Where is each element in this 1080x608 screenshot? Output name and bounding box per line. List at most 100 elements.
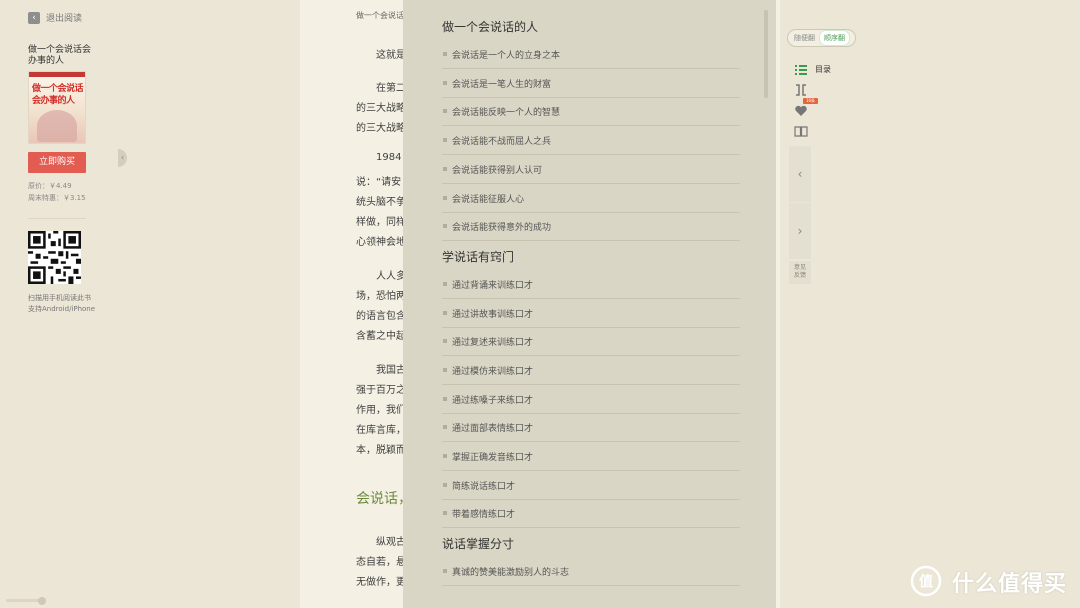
reader-text-line: 作用，我们 — [356, 405, 406, 416]
qr-code-icon — [28, 231, 81, 284]
weekend-price: 周末特惠：￥3.15 — [28, 194, 86, 202]
toc-item[interactable]: 会说话能不战而屈人之兵 — [442, 127, 740, 155]
bullet-icon — [443, 569, 447, 573]
reader-text-line: 的三大战略 — [356, 123, 406, 134]
reader-text-line: 在库言库， — [356, 425, 406, 436]
toc-item[interactable]: 会说话能反映一个人的智慧 — [442, 98, 740, 126]
toc-item-label: 会说话是一笔人生的财富 — [452, 80, 552, 90]
toc-item[interactable]: 会说话是一个人的立身之本 — [442, 41, 740, 69]
reader-text-line: 的语言包含 — [356, 311, 406, 322]
reader-text-line: 强于百万之 — [356, 385, 406, 396]
bullet-icon — [443, 483, 447, 487]
toc-chapter-title[interactable]: 学说话有窍门 — [442, 248, 514, 265]
toc-item-label: 简练说话练口才 — [452, 482, 516, 492]
buy-now-button[interactable]: 立即购买 — [28, 152, 86, 173]
toc-item[interactable]: 通过模仿来训练口才 — [442, 357, 740, 385]
toc-menu-label[interactable]: 目录 — [815, 64, 831, 75]
toc-chapter-title[interactable]: 说话掌握分寸 — [442, 535, 514, 552]
qr-platform-note: 支持Android/iPhone — [28, 305, 96, 313]
bullet-icon — [443, 282, 447, 286]
bullet-icon — [443, 425, 447, 429]
reader-text-line: 1984 — [376, 152, 402, 163]
toc-item-label: 通过练嗓子来练口才 — [452, 396, 534, 406]
toc-item[interactable]: 通过复述来训练口才 — [442, 328, 740, 356]
toc-item[interactable]: 掌握正确发音练口才 — [442, 443, 740, 471]
toc-item[interactable]: 带着感情练口才 — [442, 500, 740, 528]
reader-text-line: 的三大战略 — [356, 103, 406, 114]
exit-reading-button[interactable]: ‹ 退出阅读 — [28, 11, 82, 24]
reader-text-line: 在第二 — [376, 83, 406, 94]
bullet-icon — [443, 397, 447, 401]
reader-text-line: 说：“请安 — [356, 177, 402, 188]
bullet-icon — [443, 368, 447, 372]
toc-item-label: 会说话能获得别人认可 — [452, 166, 543, 176]
back-arrow-icon: ‹ — [28, 11, 40, 24]
toc-item-label: 会说话能反映一个人的智慧 — [452, 108, 561, 118]
toc-item-label: 带着感情练口才 — [452, 510, 516, 520]
toc-item[interactable]: 简练说话练口才 — [442, 472, 740, 500]
reader-text-line: 样做，同样 — [356, 217, 406, 228]
font-size-icon[interactable] — [794, 83, 808, 97]
page-mode-toggle[interactable]: 随便翻 顺序翻 — [787, 29, 856, 47]
previous-page-button[interactable]: ‹ — [789, 146, 811, 202]
feedback-button[interactable]: 意见 反馈 — [789, 261, 811, 284]
mode-random-flip[interactable]: 随便翻 — [790, 31, 819, 45]
bullet-icon — [443, 138, 447, 142]
toc-item-label: 会说话能获得意外的成功 — [452, 223, 552, 233]
bullet-icon — [443, 52, 447, 56]
toc-item-label: 会说话能不战而屈人之兵 — [452, 137, 552, 147]
toc-item[interactable]: 通过练嗓子来练口才 — [442, 386, 740, 414]
exit-reading-label: 退出阅读 — [46, 14, 83, 24]
reader-text-line: 态自若，悬 — [356, 557, 406, 568]
reader-text-line: 心领神会地 — [356, 237, 406, 248]
toc-item[interactable]: 会说话能获得意外的成功 — [442, 213, 740, 241]
book-cover[interactable]: 做一个会说话 会办事的人 — [28, 71, 86, 144]
smzdm-logo-icon: 值 — [910, 565, 942, 597]
book-info-sidebar: ‹ 退出阅读 做一个会说话会办事的人 做一个会说话 会办事的人 立即购买 原价：… — [0, 0, 120, 608]
toc-item-label: 通过背诵来训练口才 — [452, 281, 534, 291]
cover-title-line2: 会办事的人 — [32, 96, 75, 106]
qr-instruction: 扫描用手机阅读此书 — [28, 294, 91, 302]
next-page-button[interactable]: › — [789, 203, 811, 259]
cover-illustration — [37, 110, 77, 142]
reader-text-line: 场，恐怕两 — [356, 291, 406, 302]
feedback-label-line1: 意见 — [793, 264, 806, 271]
toc-item[interactable]: 会说话是一笔人生的财富 — [442, 70, 740, 98]
feedback-label-line2: 反馈 — [793, 272, 806, 279]
toc-item[interactable]: 真诚的赞美能激励别人的斗志 — [442, 558, 740, 586]
toc-item-label: 通过讲故事训练口才 — [452, 310, 534, 320]
bullet-icon — [443, 167, 447, 171]
original-price: 原价：￥4.49 — [28, 182, 72, 190]
toc-item[interactable]: 通过背诵来训练口才 — [442, 271, 740, 299]
toc-item-label: 真诚的赞美能激励别人的斗志 — [452, 568, 570, 578]
toc-item-label: 会说话能征服人心 — [452, 195, 525, 205]
progress-slider-handle[interactable] — [38, 597, 46, 605]
reader-text-line: 统头脑不争 — [356, 197, 406, 208]
bullet-icon — [443, 511, 447, 515]
list-icon[interactable] — [794, 63, 808, 77]
reader-text-line: 无做作，更 — [356, 577, 406, 588]
mode-sequential-flip[interactable]: 顺序翻 — [819, 30, 850, 46]
toc-item-label: 通过面部表情练口才 — [452, 424, 534, 434]
reader-text-line: 本，脱颖而 — [356, 445, 406, 456]
bullet-icon — [443, 196, 447, 200]
favorites-count-badge: 16条 — [803, 98, 818, 104]
toc-item[interactable]: 通过讲故事训练口才 — [442, 300, 740, 328]
toc-item[interactable]: 会说话能获得别人认可 — [442, 156, 740, 184]
book-icon[interactable] — [794, 124, 808, 138]
bullet-icon — [443, 81, 447, 85]
reader-text-line: 我国古 — [376, 365, 406, 376]
bullet-icon — [443, 224, 447, 228]
cover-top-band — [29, 72, 85, 77]
heart-icon[interactable] — [794, 104, 808, 118]
reader-text-line: 这就是 — [376, 50, 406, 61]
bullet-icon — [443, 454, 447, 458]
toc-item[interactable]: 通过面部表情练口才 — [442, 414, 740, 442]
bullet-icon — [443, 311, 447, 315]
toc-chapter-title[interactable]: 做一个会说话的人 — [442, 18, 538, 35]
toc-scrollbar[interactable] — [764, 10, 768, 98]
toc-item-label: 会说话是一个人的立身之本 — [452, 51, 561, 61]
svg-text:值: 值 — [919, 573, 933, 590]
collapse-sidebar-button[interactable]: ‹ — [118, 149, 127, 167]
toc-item[interactable]: 会说话能征服人心 — [442, 185, 740, 213]
